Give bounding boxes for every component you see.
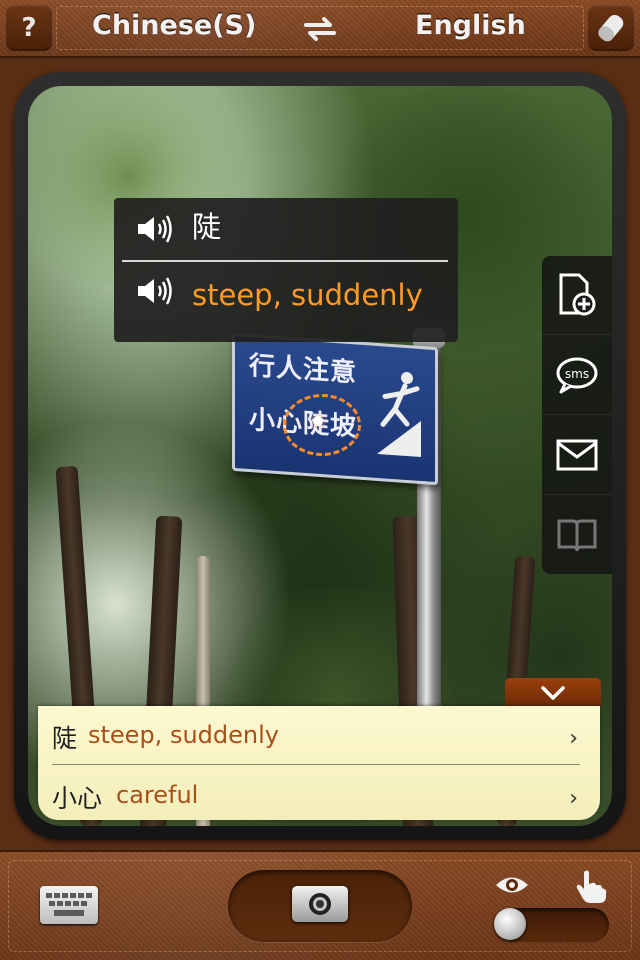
chevron-right-icon: › [569, 726, 578, 751]
target-language-button[interactable]: English [415, 10, 526, 41]
side-toolbar: sms [542, 256, 612, 574]
speaker-icon [138, 215, 172, 243]
speak-word-button[interactable] [136, 214, 176, 244]
target-circle [283, 394, 361, 456]
list-item[interactable]: 陡 steep, suddenly › [38, 706, 600, 764]
source-language-button[interactable]: Chinese(S) [92, 10, 256, 41]
hand-pointer-icon [576, 870, 607, 903]
speak-translation-button[interactable] [136, 276, 176, 306]
chevron-down-icon [541, 686, 565, 700]
swap-arrows-icon [304, 17, 336, 41]
popup-source-word: 陡 [192, 210, 222, 244]
chevron-right-icon: › [569, 786, 578, 811]
eye-button[interactable] [494, 872, 530, 898]
result-word-en: careful [116, 781, 199, 809]
result-word-en: steep, suddenly [88, 721, 279, 749]
hiker-figure-icon [377, 372, 421, 458]
share-mail-button[interactable] [542, 416, 612, 495]
touch-mode-button[interactable] [574, 868, 608, 904]
translation-popup: 陡 steep, suddenly [114, 198, 458, 342]
help-label: ? [21, 13, 37, 43]
top-bar: ? Chinese(S) English [0, 0, 640, 58]
sign-text-line1: 行人注意 [249, 350, 358, 389]
results-list: 陡 steep, suddenly › 小心 careful › [38, 706, 600, 820]
list-item[interactable]: 小心 careful › [38, 766, 600, 820]
keyboard-button[interactable] [40, 886, 98, 924]
dictionary-button[interactable] [542, 496, 612, 574]
collapse-results-button[interactable] [505, 678, 601, 708]
keyboard-icon [46, 893, 92, 916]
popup-translation: steep, suddenly [192, 278, 423, 312]
target-dot [313, 416, 323, 426]
result-word-zh: 陡 [52, 724, 78, 753]
popup-divider [122, 260, 448, 262]
eraser-icon [598, 14, 624, 42]
speaker-icon [138, 277, 172, 305]
result-word-zh: 小心 [52, 784, 103, 813]
swap-languages-button[interactable] [300, 13, 340, 45]
add-to-wordbook-button[interactable] [542, 256, 612, 335]
sms-icon-label: sms [565, 367, 589, 381]
camera-viewport-frame: 行人注意 小心陡坡 陡 steep, suddenly sms 陡 steep,… [14, 72, 626, 840]
share-sms-button[interactable]: sms [542, 336, 612, 415]
book-icon [557, 519, 597, 552]
help-button[interactable]: ? [6, 5, 52, 51]
eraser-button[interactable] [588, 5, 634, 51]
zoom-slider-knob[interactable] [494, 908, 526, 940]
results-divider [52, 764, 580, 765]
eye-icon [496, 877, 528, 893]
camera-button[interactable] [292, 886, 348, 922]
sms-icon: sms [556, 357, 598, 394]
camera-icon [309, 893, 331, 915]
add-document-icon [559, 273, 596, 316]
mail-icon [556, 439, 598, 471]
